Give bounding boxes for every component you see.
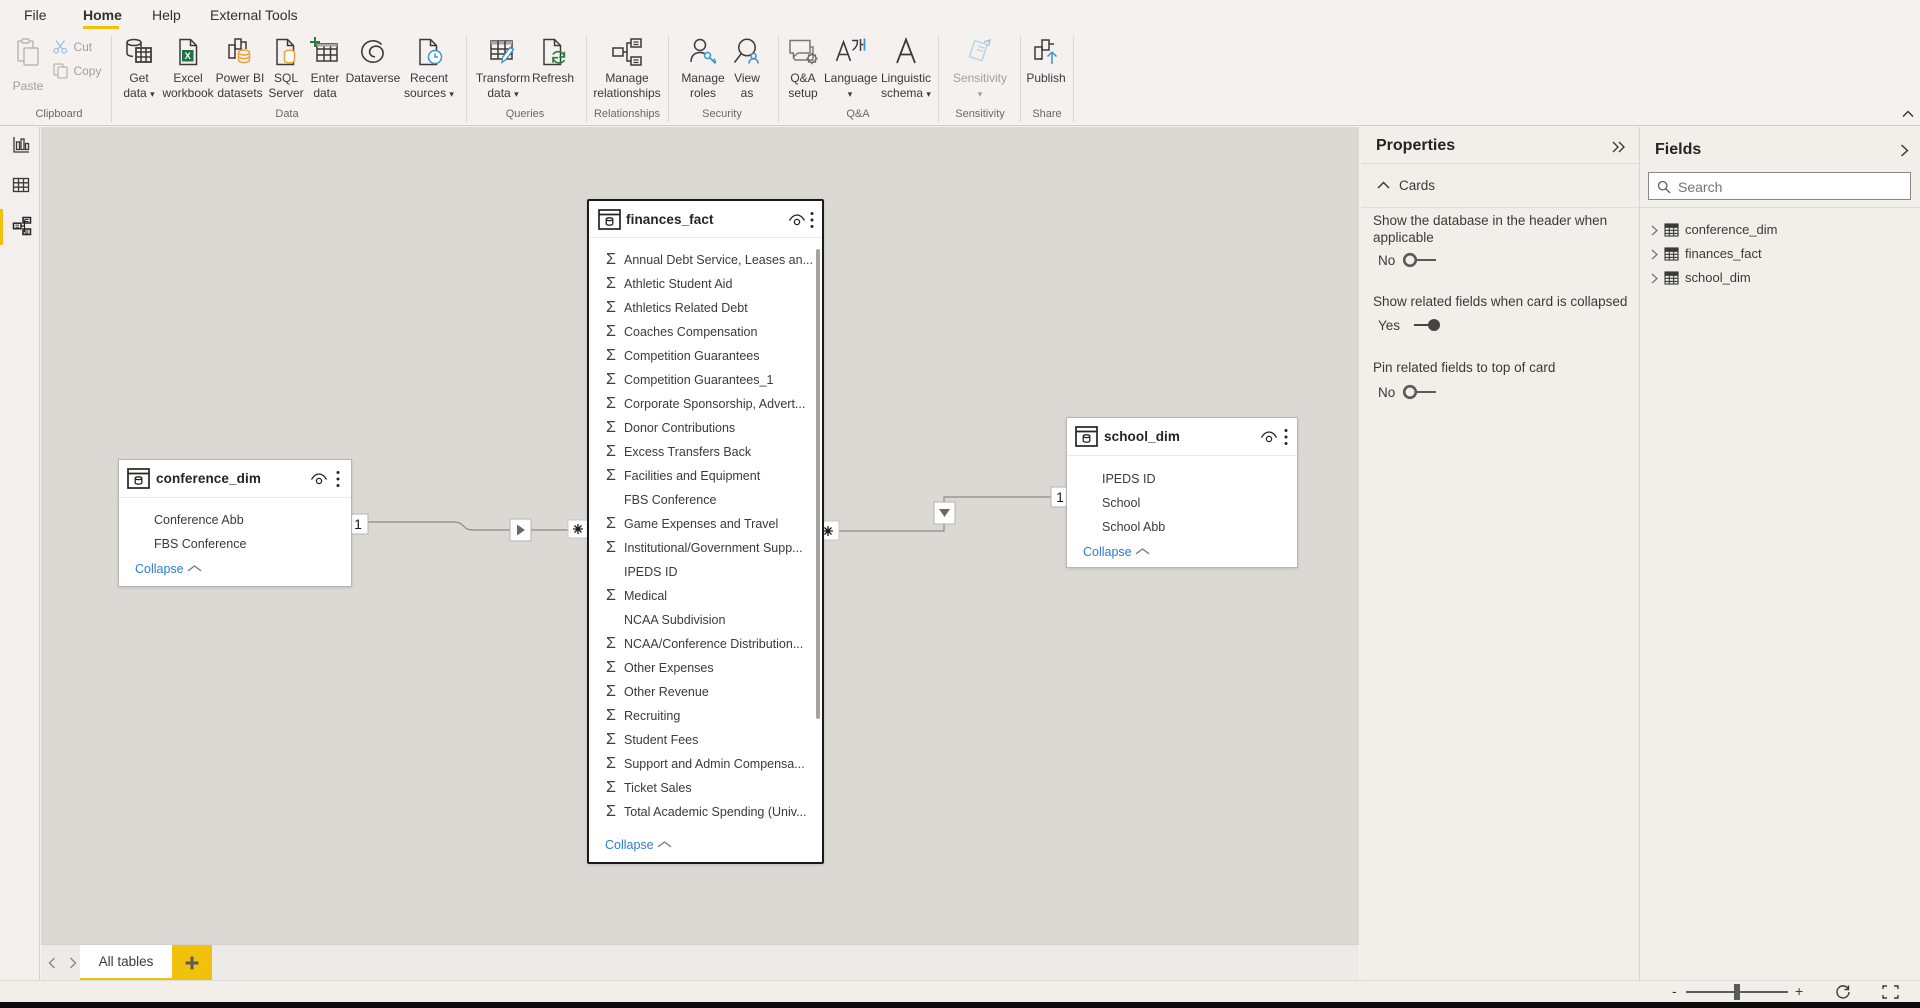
svg-text:1: 1: [354, 516, 362, 532]
svg-text:X: X: [185, 51, 192, 62]
svg-text:1: 1: [1056, 489, 1064, 505]
